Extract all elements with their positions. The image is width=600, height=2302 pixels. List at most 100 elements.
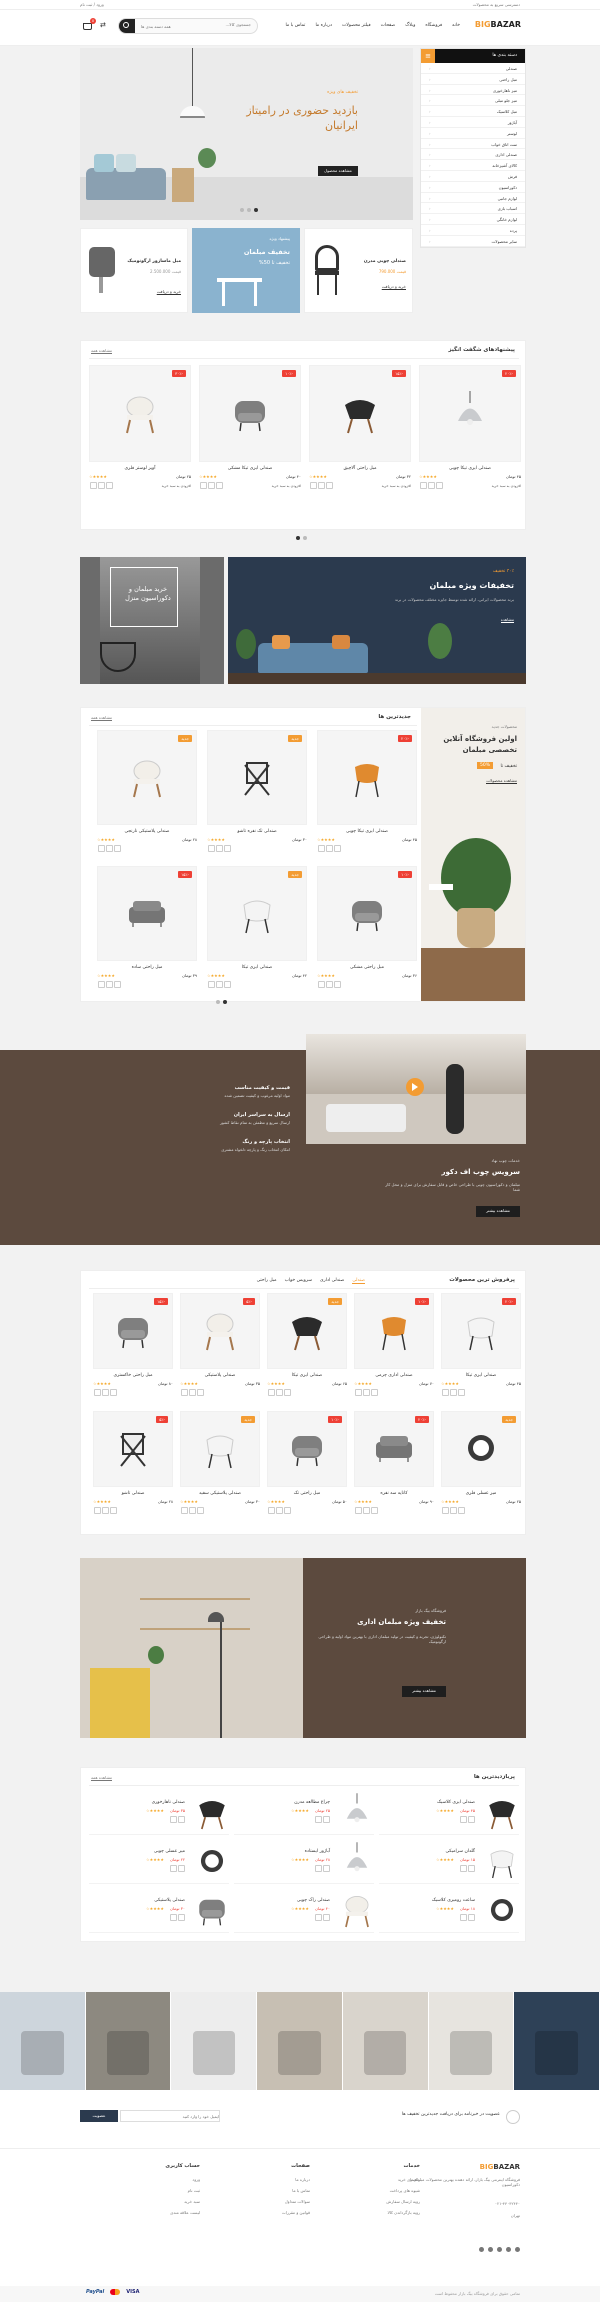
sidebar-item[interactable]: اسباب بازی ‹ — [421, 203, 525, 215]
eye-icon[interactable] — [208, 845, 215, 852]
eye-icon[interactable] — [94, 1507, 101, 1514]
eye-icon[interactable] — [181, 1389, 188, 1396]
sidebar-item[interactable]: صندلی اداری ‹ — [421, 149, 525, 161]
footer-link[interactable]: ثبت نام — [110, 2188, 200, 2193]
heart-icon[interactable] — [110, 1507, 117, 1514]
compare-icon[interactable] — [102, 1507, 109, 1514]
side-link[interactable]: مشاهده محصولات — [486, 778, 517, 784]
footer-link[interactable]: شیوه های پرداخت — [330, 2188, 420, 2193]
add-to-cart-button[interactable]: افزودن به سبد خرید — [162, 484, 191, 488]
sidebar-item[interactable]: لوازم خانگی ‹ — [421, 214, 525, 225]
product-image[interactable]: جدید — [441, 1411, 521, 1487]
product-image[interactable]: جدید — [267, 1293, 347, 1369]
product-card[interactable]: جدید صندلی پلاستیکی نارنجی ۲۸ تومان ★★★★… — [97, 730, 197, 858]
product-name[interactable]: مبل راحتی آلاچیق — [309, 466, 411, 471]
eye-icon[interactable] — [268, 1507, 275, 1514]
product-name[interactable]: صندلی اداری چرمی — [354, 1373, 434, 1378]
carousel-dot[interactable] — [296, 536, 300, 540]
nav-item[interactable]: فیلتر محصولات — [342, 23, 371, 28]
footer-link[interactable]: تماس با ما — [220, 2188, 310, 2193]
promo-card[interactable]: مبل ماساژور ارگونومیک قیمت 2.500.000 خری… — [80, 228, 188, 313]
popular-item[interactable]: چراغ مطالعه مدرن ۲۵ تومان ★★★★☆ — [234, 1790, 374, 1835]
carousel-dot[interactable] — [223, 1000, 227, 1004]
product-image[interactable]: -۱۵٪ — [93, 1293, 173, 1369]
heart-icon[interactable] — [334, 845, 341, 852]
footer-link[interactable]: لیست علاقه مندی — [110, 2210, 200, 2215]
product-name[interactable]: صندلی ایزی تیکا چوبی — [317, 829, 417, 834]
eye-icon[interactable] — [442, 1507, 449, 1514]
product-card[interactable]: -۱۰٪ مبل راحتی تک ۵۰ تومان ★★★★☆ — [267, 1411, 347, 1523]
sidebar-item[interactable]: پرده ‹ — [421, 225, 525, 236]
heart-icon[interactable] — [323, 1815, 330, 1823]
heart-icon[interactable] — [110, 1389, 117, 1396]
gallery-image[interactable] — [257, 1992, 343, 2090]
product-image[interactable]: -۱۵٪ — [97, 866, 197, 961]
compare-icon[interactable] — [216, 845, 223, 852]
search-button[interactable] — [119, 19, 135, 33]
heart-icon[interactable] — [326, 482, 333, 489]
newest-side-banner[interactable]: محصولات جدید اولین فروشگاه آنلاین تخصصی … — [421, 708, 525, 1001]
heart-icon[interactable] — [371, 1389, 378, 1396]
heart-icon[interactable] — [114, 981, 121, 988]
product-image[interactable]: -۱۰٪ — [199, 365, 301, 462]
sidebar-item[interactable]: صندلی ‹ — [421, 63, 525, 74]
cart-icon[interactable] — [170, 1815, 177, 1823]
carousel-dot[interactable] — [216, 1000, 220, 1004]
product-image[interactable]: -۱۰٪ — [317, 866, 417, 961]
compare-icon[interactable] — [363, 1389, 370, 1396]
product-card[interactable]: -۱۰٪ مبل راحتی مشکی ۳۶ تومان ★★★★☆ — [317, 866, 417, 994]
newsletter-email-input[interactable] — [120, 2110, 220, 2122]
heart-icon[interactable] — [458, 1389, 465, 1396]
heart-icon[interactable] — [216, 482, 223, 489]
product-image[interactable]: -۱۵٪ — [309, 365, 411, 462]
product-name[interactable]: صندلی پلاستیکی — [180, 1373, 260, 1378]
product-card[interactable]: -۵٪ صندلی تاشو ۲۸ تومان ★★★★☆ — [93, 1411, 173, 1523]
heart-icon[interactable] — [197, 1507, 204, 1514]
compare-icon[interactable] — [106, 981, 113, 988]
compare-icon[interactable] — [208, 482, 215, 489]
product-card[interactable]: -۲۰٪ صندلی ایزی تیکا ۴۵ تومان ★★★★☆ — [441, 1293, 521, 1405]
see-all-link[interactable]: مشاهده همه — [91, 715, 113, 721]
cart-button[interactable]: 0 — [82, 18, 96, 32]
heart-icon[interactable] — [284, 1507, 291, 1514]
telegram-icon[interactable] — [479, 2247, 484, 2252]
tab-office[interactable]: صندلی اداری — [320, 1278, 344, 1284]
gallery-image[interactable] — [85, 1992, 172, 2090]
heart-icon[interactable] — [468, 1815, 475, 1823]
footer-logo[interactable]: BIGBAZAR — [480, 2163, 520, 2171]
compare-icon[interactable] — [276, 1507, 283, 1514]
sidebar-item[interactable]: مبل راحتی ‹ — [421, 74, 525, 85]
product-name[interactable]: صندلی ایزی تیکا چوبی — [419, 466, 521, 471]
sidebar-item[interactable]: ست اتاق خواب ‹ — [421, 139, 525, 150]
youtube-icon[interactable] — [488, 2247, 493, 2252]
compare-icon[interactable] — [189, 1507, 196, 1514]
see-all-link[interactable]: مشاهده همه — [91, 348, 113, 354]
heart-icon[interactable] — [468, 1913, 475, 1921]
eye-icon[interactable] — [94, 1389, 101, 1396]
add-to-cart-button[interactable]: افزودن به سبد خرید — [272, 484, 301, 488]
product-image[interactable]: جدید — [207, 730, 307, 825]
nav-item[interactable]: فروشگاه — [425, 23, 442, 28]
heart-icon[interactable] — [114, 845, 121, 852]
heart-icon[interactable] — [323, 1864, 330, 1872]
footer-link[interactable]: رویه بازگرداندن کالا — [330, 2210, 421, 2215]
product-card[interactable]: -۲۰٪ کاناپه سه نفره ۹۰ تومان ★★★★☆ — [354, 1411, 434, 1523]
service-button[interactable]: مشاهده بیشتر — [476, 1206, 520, 1217]
compare-icon[interactable] — [428, 482, 435, 489]
product-image[interactable]: -۲۰٪ — [441, 1293, 521, 1369]
popular-item[interactable]: صندلی پلاستیکی ۳۰ تومان ★★★★☆ — [89, 1888, 229, 1933]
sidebar-item[interactable]: لوستر ‹ — [421, 128, 525, 139]
cart-icon[interactable] — [315, 1815, 322, 1823]
menu-icon[interactable]: ≡ — [421, 49, 435, 63]
heart-icon[interactable] — [178, 1864, 185, 1872]
product-card[interactable]: جدید میز عسلی فلزی ۲۵ تومان ★★★★☆ — [441, 1411, 521, 1523]
slider-dot[interactable] — [240, 208, 244, 212]
slider-dot[interactable] — [254, 208, 258, 212]
popular-item[interactable]: میز عسلی چوبی ۲۲ تومان ★★★★☆ — [89, 1839, 229, 1884]
product-card[interactable]: -۱۰٪ صندلی ایزی تیکا مشکی ۴۰ تومان ★★★★☆… — [199, 365, 301, 515]
heart-icon[interactable] — [468, 1864, 475, 1872]
gallery-image[interactable] — [0, 1992, 86, 2090]
eye-icon[interactable] — [90, 482, 97, 489]
add-to-cart-button[interactable]: افزودن به سبد خرید — [492, 484, 521, 488]
instagram-icon[interactable] — [497, 2247, 502, 2252]
